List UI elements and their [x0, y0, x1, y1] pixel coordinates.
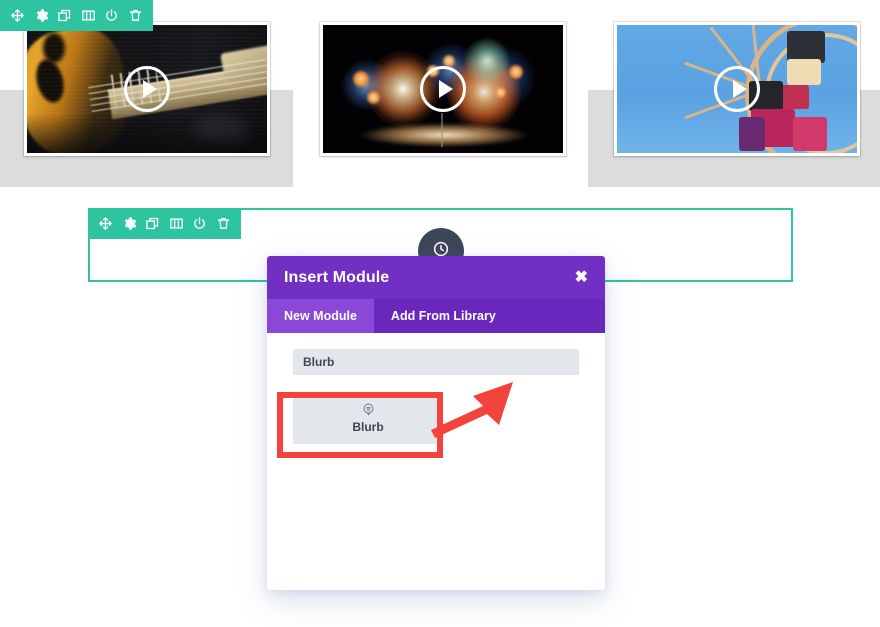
- module-card-blurb[interactable]: Blurb: [293, 392, 443, 444]
- guitar-video[interactable]: [24, 22, 270, 156]
- tab-add-from-library[interactable]: Add From Library: [374, 299, 513, 333]
- gear-icon[interactable]: [120, 212, 140, 236]
- play-icon[interactable]: [124, 66, 170, 112]
- modal-header: Insert Module ✖: [267, 256, 605, 299]
- module-toolbar-top[interactable]: [0, 0, 153, 31]
- gear-icon[interactable]: [32, 4, 52, 28]
- play-icon[interactable]: [420, 66, 466, 112]
- power-icon[interactable]: [190, 212, 210, 236]
- fireworks-video[interactable]: [320, 22, 566, 156]
- ferris-wheel-video[interactable]: [614, 22, 860, 156]
- columns-icon[interactable]: [167, 212, 187, 236]
- tab-new-module[interactable]: New Module: [267, 299, 374, 333]
- page-title: Insert Module: [284, 268, 390, 286]
- blurb-icon: [361, 402, 376, 417]
- columns-icon[interactable]: [79, 4, 99, 28]
- modal-tab-bar: New Module Add From Library: [267, 299, 605, 333]
- trash-icon[interactable]: [126, 4, 146, 28]
- trash-icon[interactable]: [214, 212, 234, 236]
- search-input[interactable]: [293, 349, 579, 375]
- close-icon[interactable]: ✖: [575, 269, 588, 286]
- module-toolbar-row[interactable]: [88, 208, 241, 239]
- module-grid: Blurb: [293, 392, 579, 444]
- duplicate-icon[interactable]: [143, 212, 163, 236]
- insert-module-modal: Insert Module ✖ New Module Add From Libr…: [267, 256, 605, 590]
- module-card-label: Blurb: [352, 420, 384, 434]
- play-icon[interactable]: [714, 66, 760, 112]
- page-canvas: Insert Module ✖ New Module Add From Libr…: [0, 0, 880, 627]
- move-icon[interactable]: [96, 212, 116, 236]
- move-icon[interactable]: [8, 4, 28, 28]
- duplicate-icon[interactable]: [55, 4, 75, 28]
- modal-body: Blurb: [267, 333, 605, 590]
- power-icon[interactable]: [102, 4, 122, 28]
